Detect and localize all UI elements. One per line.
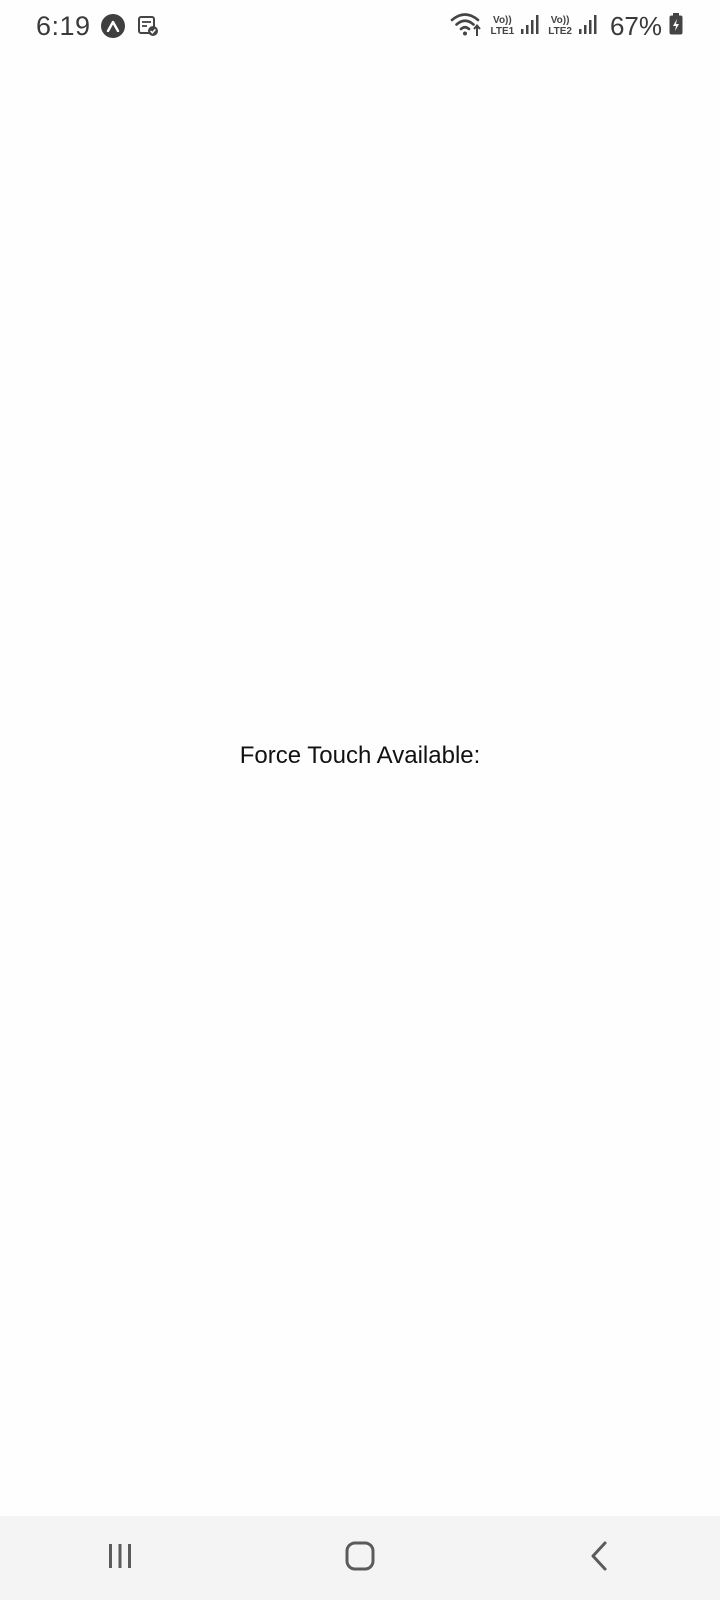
app-notification-icon	[100, 14, 125, 38]
sim2-volte-indicator: Vo)) LTE2	[548, 15, 572, 37]
sim1-top-label: Vo))	[493, 15, 512, 26]
recents-button[interactable]	[60, 1516, 180, 1600]
recents-icon	[105, 1541, 135, 1576]
signal-icon-sim1	[520, 13, 540, 40]
sim2-top-label: Vo))	[550, 15, 570, 26]
signal-icon-sim2	[578, 13, 598, 40]
task-check-icon	[137, 15, 159, 37]
battery-charging-icon	[668, 12, 684, 41]
status-right: Vo)) LTE1 Vo)) LTE2 67%	[449, 10, 684, 43]
status-left: 6:19	[36, 11, 159, 42]
sim2-bottom-label: LTE2	[548, 26, 572, 37]
home-button[interactable]	[300, 1516, 420, 1600]
back-button[interactable]	[540, 1516, 660, 1600]
status-time: 6:19	[36, 10, 91, 41]
screen: 6:19 Vo)) LTE1 Vo)) LTE2 67% Force Touch…	[0, 0, 720, 1600]
back-icon	[586, 1540, 614, 1577]
force-touch-label: Force Touch Available:	[239, 742, 481, 769]
wifi-icon	[449, 10, 483, 43]
navigation-bar	[0, 1516, 720, 1600]
home-icon	[344, 1540, 376, 1577]
status-bar: 6:19 Vo)) LTE1 Vo)) LTE2 67%	[0, 0, 720, 52]
battery-percent: 67%	[609, 10, 662, 41]
sim1-bottom-label: LTE1	[490, 26, 515, 37]
sim1-volte-indicator: Vo)) LTE1	[491, 15, 515, 37]
